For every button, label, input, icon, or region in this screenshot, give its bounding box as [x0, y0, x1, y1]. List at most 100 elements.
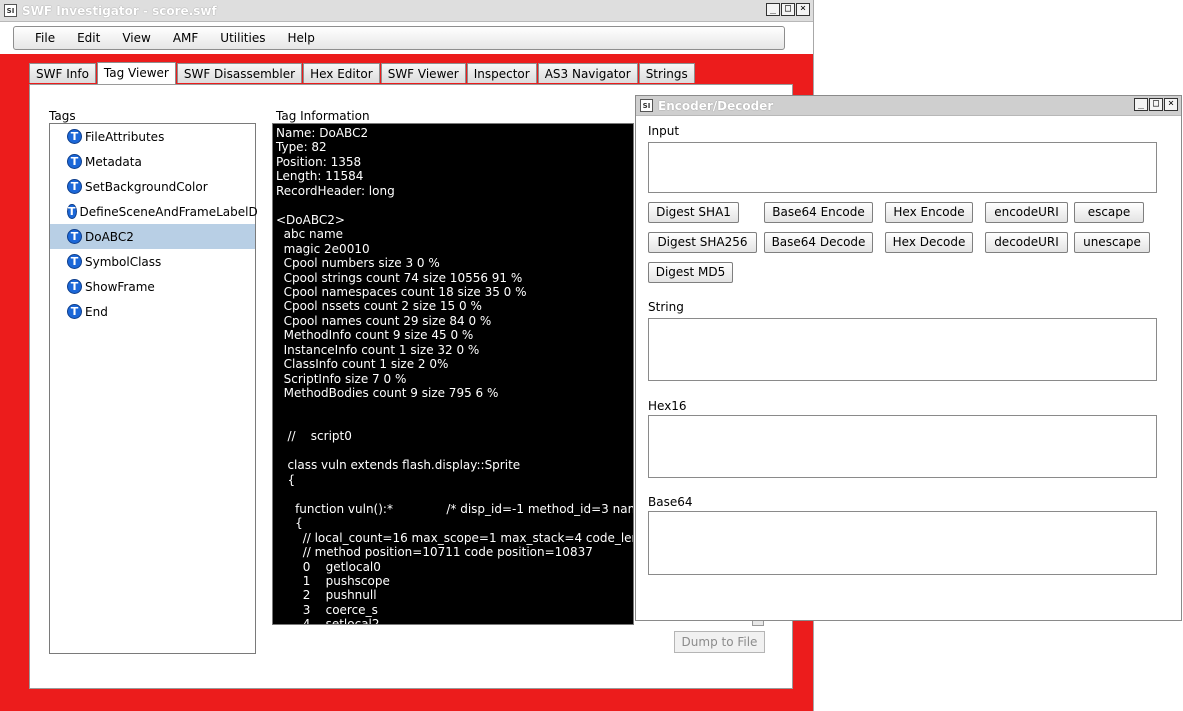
base64-label: Base64: [648, 495, 693, 509]
encoder-decoder-window: SI Encoder/Decoder _ □ × Input Digest SH…: [635, 95, 1182, 621]
digest-sha256-button[interactable]: Digest SHA256: [648, 232, 757, 253]
tag-info-line: 3 coerce_s: [276, 602, 378, 617]
unescape-button[interactable]: unescape: [1074, 232, 1150, 253]
tag-label: FileAttributes: [85, 129, 165, 144]
menu-file[interactable]: File: [14, 31, 66, 45]
tab-swf-viewer[interactable]: SWF Viewer: [380, 63, 466, 83]
list-item[interactable]: T DefineSceneAndFrameLabelD: [50, 199, 258, 224]
tab-inspector[interactable]: Inspector: [466, 63, 537, 83]
menu-edit[interactable]: Edit: [66, 31, 111, 45]
tab-bar: SWF Info Tag Viewer SWF Disassembler Hex…: [29, 62, 696, 84]
tag-label: End: [85, 304, 108, 319]
base64-encode-button[interactable]: Base64 Encode: [764, 202, 873, 223]
maximize-icon[interactable]: □: [1149, 98, 1163, 111]
tags-list[interactable]: T FileAttributes T Metadata T SetBackgro…: [49, 123, 258, 654]
escape-button[interactable]: escape: [1074, 202, 1144, 223]
menu-view[interactable]: View: [111, 31, 161, 45]
encoder-titlebar[interactable]: SI Encoder/Decoder _ □ ×: [636, 96, 1181, 116]
main-titlebar[interactable]: SI SWF Investigator - score.swf _ □ ×: [0, 0, 813, 22]
tag-label: Metadata: [85, 154, 142, 169]
input-field[interactable]: [648, 142, 1157, 193]
menu-help[interactable]: Help: [276, 31, 325, 45]
dump-to-file-button[interactable]: Dump to File: [674, 631, 765, 653]
app-icon: SI: [4, 4, 17, 17]
tab-strings[interactable]: Strings: [638, 63, 695, 83]
maximize-icon[interactable]: □: [781, 3, 795, 16]
close-icon[interactable]: ×: [1164, 98, 1178, 111]
tag-info-line: 1 pushscope: [276, 573, 390, 588]
tag-info-line: {: [276, 516, 303, 531]
tag-label: SymbolClass: [85, 254, 162, 269]
decodeuri-button[interactable]: decodeURI: [985, 232, 1068, 253]
tag-info-line: class vuln extends flash.display::Sprite: [276, 458, 521, 473]
tag-info-line: <DoABC2>: [276, 212, 345, 227]
app-icon: SI: [640, 99, 653, 112]
tag-icon: T: [67, 129, 82, 144]
tag-info-line: InstanceInfo count 1 size 32 0 %: [276, 342, 480, 357]
tag-information-label: Tag Information: [276, 109, 370, 123]
tag-icon: T: [67, 304, 82, 319]
window-controls: _ □ ×: [766, 3, 810, 16]
hex16-field[interactable]: [648, 415, 1157, 478]
tag-information-panel[interactable]: Name: DoABC2 Type: 82 Position: 1358 Length…: [272, 123, 634, 625]
digest-md5-button[interactable]: Digest MD5: [648, 262, 733, 283]
menu-utilities[interactable]: Utilities: [209, 31, 276, 45]
tag-info-line: Cpool nssets count 2 size 15 0 %: [276, 299, 482, 314]
tag-info-line: {: [276, 472, 296, 487]
tag-label: DoABC2: [85, 229, 134, 244]
tag-icon: T: [67, 279, 82, 294]
tag-info-line: Name: DoABC2: [276, 126, 369, 140]
tag-info-line: Position: 1358: [276, 154, 362, 169]
tab-tag-viewer[interactable]: Tag Viewer: [96, 62, 176, 84]
tag-label: SetBackgroundColor: [85, 179, 208, 194]
hex-decode-button[interactable]: Hex Decode: [885, 232, 973, 253]
hex-encode-button[interactable]: Hex Encode: [885, 202, 973, 223]
list-item[interactable]: T ShowFrame: [50, 274, 255, 299]
tab-as3-navigator[interactable]: AS3 Navigator: [537, 63, 638, 83]
tab-swf-disassembler[interactable]: SWF Disassembler: [176, 63, 303, 83]
list-item[interactable]: T SymbolClass: [50, 249, 255, 274]
tag-info-line: Type: 82: [276, 140, 327, 155]
menu-amf[interactable]: AMF: [162, 31, 209, 45]
tag-info-line: magic 2e0010: [276, 241, 370, 256]
tag-info-line: ScriptInfo size 7 0 %: [276, 371, 407, 386]
tag-icon: T: [67, 229, 82, 244]
tags-label: Tags: [49, 109, 76, 123]
menubar: File Edit View AMF Utilities Help: [13, 26, 785, 50]
list-item[interactable]: T End: [50, 299, 255, 324]
close-icon[interactable]: ×: [796, 3, 810, 16]
tag-icon: T: [67, 254, 82, 269]
encoder-window-title: Encoder/Decoder: [658, 98, 774, 113]
tag-info-line: RecordHeader: long: [276, 183, 395, 198]
tag-icon: T: [67, 179, 82, 194]
tab-swf-info[interactable]: SWF Info: [29, 63, 96, 83]
tag-label: ShowFrame: [85, 279, 155, 294]
tag-info-line: abc name: [276, 227, 344, 242]
digest-sha1-button[interactable]: Digest SHA1: [648, 202, 739, 223]
minimize-icon[interactable]: _: [1134, 98, 1148, 111]
list-item[interactable]: T Metadata: [50, 149, 255, 174]
base64-field[interactable]: [648, 511, 1157, 575]
tag-info-line: 4 setlocal2: [276, 617, 380, 625]
input-label: Input: [648, 124, 680, 138]
string-label: String: [648, 300, 684, 314]
tag-info-line: Cpool numbers size 3 0 %: [276, 256, 440, 271]
base64-decode-button[interactable]: Base64 Decode: [764, 232, 873, 253]
tag-icon: T: [67, 204, 77, 219]
list-item[interactable]: T FileAttributes: [50, 124, 255, 149]
list-item-selected[interactable]: T DoABC2: [50, 224, 255, 249]
tab-hex-editor[interactable]: Hex Editor: [303, 63, 380, 83]
tag-info-line: Length: 11584: [276, 169, 364, 184]
string-field[interactable]: [648, 318, 1157, 381]
minimize-icon[interactable]: _: [766, 3, 780, 16]
window-title: SWF Investigator - score.swf: [22, 3, 217, 18]
tag-info-line: ClassInfo count 1 size 2 0%: [276, 357, 449, 372]
tag-info-line: Cpool strings count 74 size 10556 91 %: [276, 270, 523, 285]
encodeuri-button[interactable]: encodeURI: [985, 202, 1068, 223]
tag-icon: T: [67, 154, 82, 169]
tag-info-line: // script0: [276, 429, 352, 444]
tag-info-line: function vuln():* /* disp_id=-1 method_i…: [295, 501, 633, 516]
tag-info-line: MethodInfo count 9 size 45 0 %: [276, 328, 474, 343]
tag-info-line: 2 pushnull: [276, 588, 377, 603]
list-item[interactable]: T SetBackgroundColor: [50, 174, 255, 199]
